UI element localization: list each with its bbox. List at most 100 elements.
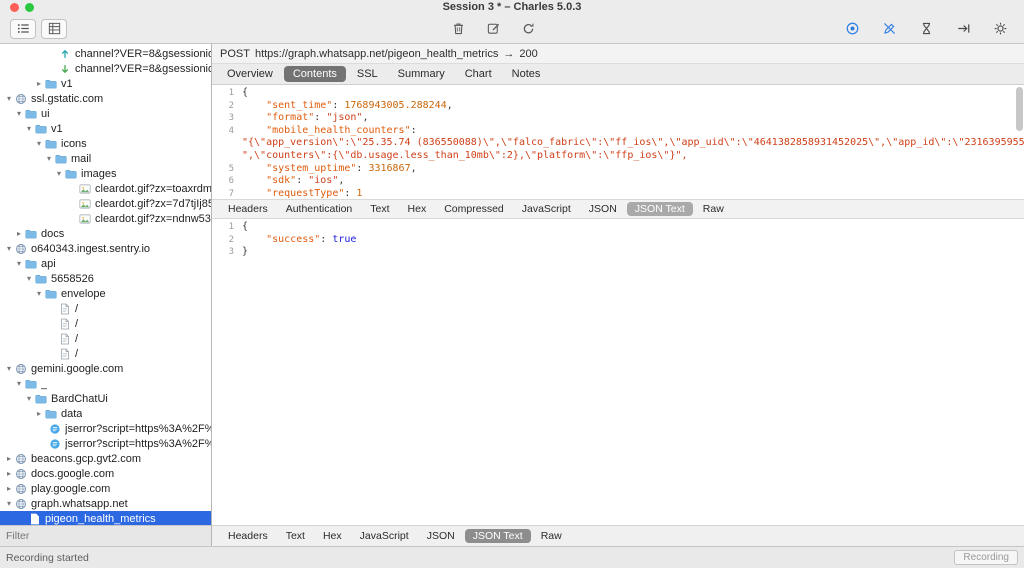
tab-headers[interactable]: Headers: [220, 202, 276, 216]
tab-javascript[interactable]: JavaScript: [352, 529, 417, 543]
tab-text[interactable]: Text: [278, 529, 313, 543]
tree-item[interactable]: ▾ envelope: [0, 286, 211, 301]
tree-item[interactable]: ▾ mail: [0, 151, 211, 166]
tree-item[interactable]: cleardot.gif?zx=ndnw53a9g: [0, 211, 211, 226]
code-text: "sdk": "ios",: [266, 175, 345, 187]
chevron-down-icon[interactable]: ▾: [14, 109, 24, 119]
tab-headers[interactable]: Headers: [220, 529, 276, 543]
tree-item-label: cleardot.gif?zx=toaxrdmm2p: [95, 182, 211, 195]
tree-item[interactable]: cleardot.gif?zx=7d7tjIj85wi: [0, 196, 211, 211]
tab-contents[interactable]: Contents: [283, 66, 346, 82]
tab-hex[interactable]: Hex: [400, 202, 435, 216]
tree-item[interactable]: ▾ o640343.ingest.sentry.io: [0, 241, 211, 256]
tree-item[interactable]: channel?VER=8&gsessionid=nh6xFV: [0, 61, 211, 76]
tree-item-label: channel?VER=8&gsessionid=nh6xFV: [75, 62, 211, 75]
tab-summary[interactable]: Summary: [389, 66, 454, 82]
tree-item[interactable]: jserror?script=https%3A%2F%2Fge: [0, 421, 211, 436]
chevron-down-icon[interactable]: ▾: [24, 394, 34, 404]
zoom-window-button[interactable]: [25, 3, 34, 12]
tree-item-label: v1: [61, 77, 73, 90]
chevron-right-icon[interactable]: ▸: [14, 229, 24, 239]
tree-item[interactable]: ▾ 5658526: [0, 271, 211, 286]
tree-item[interactable]: /: [0, 316, 211, 331]
code-text: "requestType": 1: [266, 187, 363, 199]
tree-item[interactable]: /: [0, 331, 211, 346]
step-button[interactable]: [953, 20, 973, 38]
chevron-down-icon[interactable]: ▾: [54, 169, 64, 179]
tree-item[interactable]: ▸ docs.google.com: [0, 466, 211, 481]
tree-item[interactable]: pigeon_health_metrics: [0, 511, 211, 525]
tree-item-label: o640343.ingest.sentry.io: [31, 242, 151, 255]
tab-json-text[interactable]: JSON Text: [464, 529, 531, 543]
throttle-button[interactable]: [916, 20, 936, 38]
chevron-down-icon[interactable]: ▾: [4, 94, 14, 104]
window-title: Session 3 * – Charles 5.0.3: [442, 1, 582, 13]
tab-text[interactable]: Text: [362, 202, 397, 216]
tree-item[interactable]: cleardot.gif?zx=toaxrdmm2p: [0, 181, 211, 196]
compose-button[interactable]: [483, 20, 503, 38]
close-window-button[interactable]: [10, 3, 19, 12]
globe-icon: [14, 93, 28, 105]
tree-item[interactable]: ▾ ui: [0, 106, 211, 121]
chevron-down-icon[interactable]: ▾: [14, 259, 24, 269]
chevron-right-icon[interactable]: ▸: [4, 469, 14, 479]
tree-item[interactable]: ▸ data: [0, 406, 211, 421]
recording-badge[interactable]: Recording: [954, 550, 1018, 565]
chevron-down-icon[interactable]: ▾: [24, 124, 34, 134]
chevron-down-icon[interactable]: ▾: [44, 154, 54, 164]
chevron-right-icon[interactable]: ▸: [34, 409, 44, 419]
tab-overview[interactable]: Overview: [218, 66, 282, 82]
tab-hex[interactable]: Hex: [315, 529, 350, 543]
chevron-down-icon[interactable]: ▾: [24, 274, 34, 284]
chevron-down-icon[interactable]: ▾: [14, 379, 24, 389]
tab-javascript[interactable]: JavaScript: [514, 202, 579, 216]
no-edit-button[interactable]: [879, 20, 899, 38]
tree-item[interactable]: ▾ v1: [0, 121, 211, 136]
chevron-down-icon[interactable]: ▾: [34, 289, 44, 299]
record-button[interactable]: [842, 20, 862, 38]
tree-item[interactable]: /: [0, 301, 211, 316]
tab-raw[interactable]: Raw: [533, 529, 570, 543]
folder-icon: [34, 123, 48, 135]
refresh-button[interactable]: [518, 20, 538, 38]
sequence-view-button[interactable]: [10, 18, 36, 39]
tab-compressed[interactable]: Compressed: [436, 202, 512, 216]
settings-button[interactable]: [990, 20, 1010, 38]
tree-item[interactable]: ▾ api: [0, 256, 211, 271]
tree-item[interactable]: ▸ v1: [0, 76, 211, 91]
chevron-right-icon[interactable]: ▸: [34, 79, 44, 89]
globe-icon: [14, 363, 28, 375]
tab-ssl[interactable]: SSL: [348, 66, 387, 82]
chevron-down-icon[interactable]: ▾: [34, 139, 44, 149]
tree-item[interactable]: ▾ images: [0, 166, 211, 181]
tab-raw[interactable]: Raw: [695, 202, 732, 216]
tab-notes[interactable]: Notes: [503, 66, 550, 82]
tree-item[interactable]: ▾ icons: [0, 136, 211, 151]
chevron-right-icon[interactable]: ▸: [4, 454, 14, 464]
tree-item[interactable]: ▸ play.google.com: [0, 481, 211, 496]
tree-item[interactable]: ▸ docs: [0, 226, 211, 241]
tree-item-label: cleardot.gif?zx=7d7tjIj85wi: [95, 197, 211, 210]
tree-item[interactable]: jserror?script=https%3A%2F%2Fge: [0, 436, 211, 451]
tree-item[interactable]: /: [0, 346, 211, 361]
tab-json-text[interactable]: JSON Text: [626, 202, 693, 216]
chevron-down-icon[interactable]: ▾: [4, 244, 14, 254]
tree-item[interactable]: ▾ graph.whatsapp.net: [0, 496, 211, 511]
tab-authentication[interactable]: Authentication: [278, 202, 361, 216]
tab-json[interactable]: JSON: [581, 202, 625, 216]
chevron-down-icon[interactable]: ▾: [4, 499, 14, 509]
tab-chart[interactable]: Chart: [456, 66, 501, 82]
tab-json[interactable]: JSON: [419, 529, 463, 543]
request-scrollbar[interactable]: [1016, 87, 1023, 131]
chevron-down-icon[interactable]: ▾: [4, 364, 14, 374]
chevron-right-icon[interactable]: ▸: [4, 484, 14, 494]
tree-item[interactable]: ▾ ssl.gstatic.com: [0, 91, 211, 106]
structure-view-button[interactable]: [41, 18, 67, 39]
tree-item[interactable]: ▾ _: [0, 376, 211, 391]
tree-item[interactable]: ▾ gemini.google.com: [0, 361, 211, 376]
filter-input[interactable]: [0, 530, 211, 542]
trash-button[interactable]: [448, 20, 468, 38]
tree-item[interactable]: ▾ BardChatUi: [0, 391, 211, 406]
tree-item[interactable]: ▸ beacons.gcp.gvt2.com: [0, 451, 211, 466]
tree-item[interactable]: channel?VER=8&gsessionid=nh6xFV: [0, 46, 211, 61]
